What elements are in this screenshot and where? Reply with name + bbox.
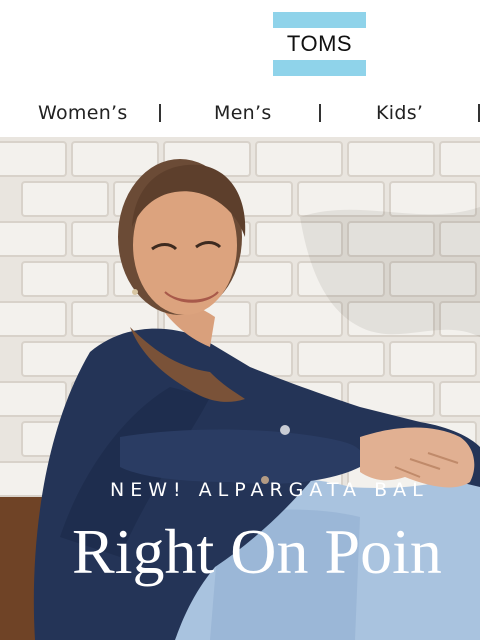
hero-headline: Right On Poin <box>72 516 442 587</box>
logo-bottom-stripe <box>273 60 366 76</box>
nav-item-mens[interactable]: Men’s <box>214 93 272 137</box>
nav-divider <box>159 104 161 122</box>
nav-item-kids[interactable]: Kids’ <box>376 93 423 137</box>
main-navigation: Women’s Men’s Kids’ <box>0 93 480 137</box>
hero-kicker-text: NEW! ALPARGATA BAL <box>110 479 429 501</box>
nav-item-womens[interactable]: Women’s <box>38 93 128 137</box>
nav-divider <box>319 104 321 122</box>
site-header: TOMS <box>0 0 480 93</box>
logo-top-stripe <box>273 12 366 28</box>
logo-wordmark: TOMS <box>286 31 353 56</box>
toms-logo[interactable]: TOMS <box>273 12 366 76</box>
hero-banner[interactable]: NEW! ALPARGATA BAL Right On Poin <box>0 137 480 640</box>
